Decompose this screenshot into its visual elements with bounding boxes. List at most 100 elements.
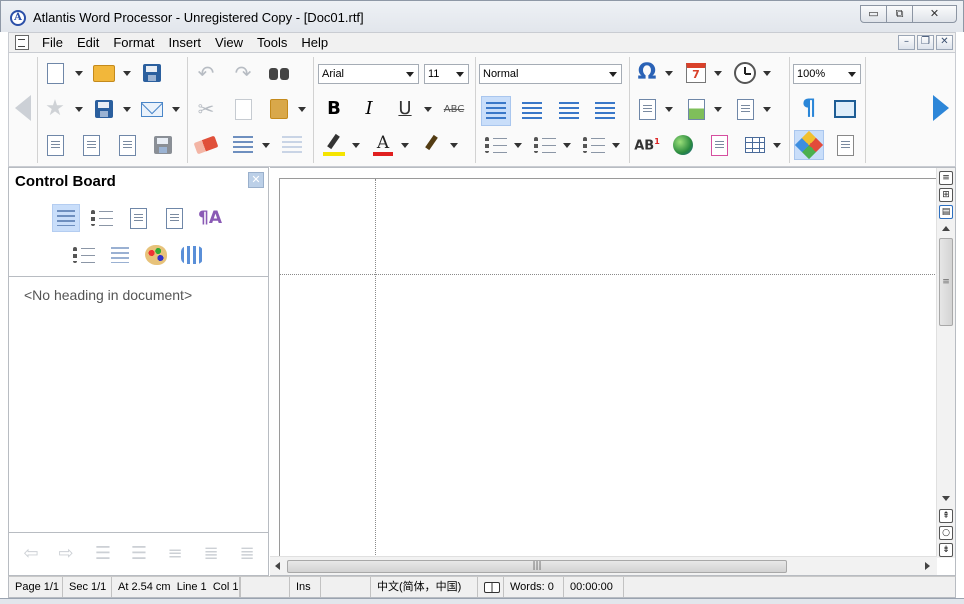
multilevel-list-button[interactable] (581, 132, 607, 158)
highlight-button[interactable] (321, 132, 347, 158)
page-tool-button[interactable] (124, 204, 152, 232)
cut-button[interactable]: ✂ (193, 96, 219, 122)
eraser-button[interactable] (193, 132, 219, 158)
highlight-dropdown-icon[interactable] (352, 143, 360, 148)
vertical-scroll-thumb[interactable]: ≡ (939, 238, 953, 326)
toolbar-scroll-left-icon[interactable] (15, 95, 31, 121)
styles-tool-button[interactable] (160, 204, 188, 232)
status-language[interactable]: 中文(简体，中国) (371, 577, 478, 597)
font-color-dropdown-icon[interactable] (401, 143, 409, 148)
copy-button[interactable] (230, 96, 256, 122)
print-button[interactable] (150, 132, 176, 158)
collapse-icon[interactable]: ≣ (235, 542, 259, 564)
style-combobox[interactable]: Normal (479, 64, 622, 84)
insert-file-button[interactable] (634, 96, 660, 122)
edit-document-button[interactable] (78, 132, 104, 158)
select-dropdown-icon[interactable] (262, 143, 270, 148)
save-button[interactable] (139, 60, 165, 86)
zoom-combobox[interactable]: 100% (793, 64, 861, 84)
scroll-down-icon[interactable] (942, 496, 950, 501)
underline-button[interactable]: U (392, 96, 418, 122)
new-dropdown-icon[interactable] (75, 71, 83, 76)
scroll-right-icon[interactable] (925, 562, 930, 570)
chevron-down-icon[interactable] (406, 72, 414, 77)
status-insert-mode[interactable]: Ins (290, 577, 321, 597)
paragraph-styles-tool-button[interactable]: ¶A (196, 204, 224, 232)
menu-edit[interactable]: Edit (70, 33, 106, 52)
print-preview-button[interactable] (114, 132, 140, 158)
italic-button[interactable]: I (356, 96, 382, 122)
demote-icon[interactable]: ≡ (163, 542, 187, 564)
document-restore-button[interactable]: ❐ (917, 35, 934, 50)
insert-file-dropdown-icon[interactable] (665, 107, 673, 112)
chevron-down-icon[interactable] (609, 72, 617, 77)
format-painter-dropdown-icon[interactable] (450, 143, 458, 148)
menu-format[interactable]: Format (106, 33, 161, 52)
view-page-icon[interactable]: ▤ (939, 205, 953, 219)
menu-insert[interactable]: Insert (162, 33, 209, 52)
insert-date-button[interactable]: 7 (683, 60, 709, 86)
horizontal-scroll-thumb[interactable]: ||| (287, 560, 787, 573)
insert-symbol-button[interactable]: Ω (634, 60, 660, 86)
document-properties-button[interactable] (832, 132, 858, 158)
chevron-down-icon[interactable] (456, 72, 464, 77)
lists-tool-button[interactable] (70, 241, 98, 269)
minimize-button[interactable]: ▭ (860, 5, 887, 23)
paste-dropdown-icon[interactable] (298, 107, 306, 112)
align-center-button[interactable] (519, 98, 545, 124)
bullets-dropdown-icon[interactable] (514, 143, 522, 148)
open-button[interactable] (91, 60, 117, 86)
footnote-button[interactable]: AB1 (634, 132, 660, 158)
menu-file[interactable]: File (35, 33, 70, 52)
document-minimize-button[interactable]: – (898, 35, 915, 50)
back-arrow-icon[interactable]: ⇦ (19, 542, 43, 564)
control-board-toggle-button[interactable] (794, 130, 824, 160)
paste-button[interactable] (266, 96, 292, 122)
redo-button[interactable]: ↷ (230, 60, 256, 86)
document-close-button[interactable]: ✕ (936, 35, 953, 50)
print-layout-button[interactable] (42, 132, 68, 158)
favorites-dropdown-icon[interactable] (75, 107, 83, 112)
show-formatting-button[interactable]: ¶ (796, 96, 822, 122)
comment-button[interactable] (706, 132, 732, 158)
select-all-button[interactable] (230, 132, 256, 158)
numbering-dropdown-icon[interactable] (563, 143, 571, 148)
align-left-button[interactable] (481, 96, 511, 126)
full-screen-button[interactable] (832, 96, 858, 122)
undo-button[interactable]: ↶ (193, 60, 219, 86)
close-button[interactable]: ✕ (912, 5, 957, 23)
previous-page-icon[interactable]: ⇞ (939, 509, 953, 523)
menu-help[interactable]: Help (294, 33, 335, 52)
clipboard-tool-button[interactable] (178, 241, 206, 269)
picture-dropdown-icon[interactable] (714, 107, 722, 112)
save-as-button[interactable] (91, 96, 117, 122)
next-page-icon[interactable]: ⇟ (939, 543, 953, 557)
email-button[interactable] (139, 96, 165, 122)
page-break-button[interactable] (732, 96, 758, 122)
font-color-button[interactable]: A (370, 132, 396, 158)
font-size-combobox[interactable]: 11 (424, 64, 469, 84)
remove-all-icon[interactable]: ☰ (127, 542, 151, 564)
wrap-button[interactable] (279, 132, 305, 158)
colors-tool-button[interactable] (142, 241, 170, 269)
hyperlink-button[interactable] (670, 132, 696, 158)
bullets-button[interactable] (483, 132, 509, 158)
horizontal-scrollbar[interactable]: ||| (270, 556, 937, 575)
scroll-up-icon[interactable] (942, 226, 950, 231)
maximize-button[interactable]: ⧉ (886, 5, 913, 23)
insert-table-button[interactable] (742, 132, 768, 158)
headings-tool-button[interactable] (52, 204, 80, 232)
font-name-combobox[interactable]: Arial (318, 64, 419, 84)
find-button[interactable] (266, 60, 292, 86)
document-icon[interactable] (15, 35, 29, 50)
new-document-button[interactable] (42, 60, 68, 86)
view-normal-icon[interactable]: ≡ (939, 171, 953, 185)
view-web-icon[interactable]: ⊞ (939, 188, 953, 202)
favorites-button[interactable]: ★ (42, 96, 68, 122)
table-dropdown-icon[interactable] (773, 143, 781, 148)
open-dropdown-icon[interactable] (123, 71, 131, 76)
symbol-dropdown-icon[interactable] (665, 71, 673, 76)
promote-icon[interactable]: ≣ (199, 542, 223, 564)
vertical-scrollbar[interactable]: ≡ ⊞ ▤ ≡ ⇞ ○ ⇟ (936, 168, 955, 558)
insert-time-button[interactable] (732, 60, 758, 86)
